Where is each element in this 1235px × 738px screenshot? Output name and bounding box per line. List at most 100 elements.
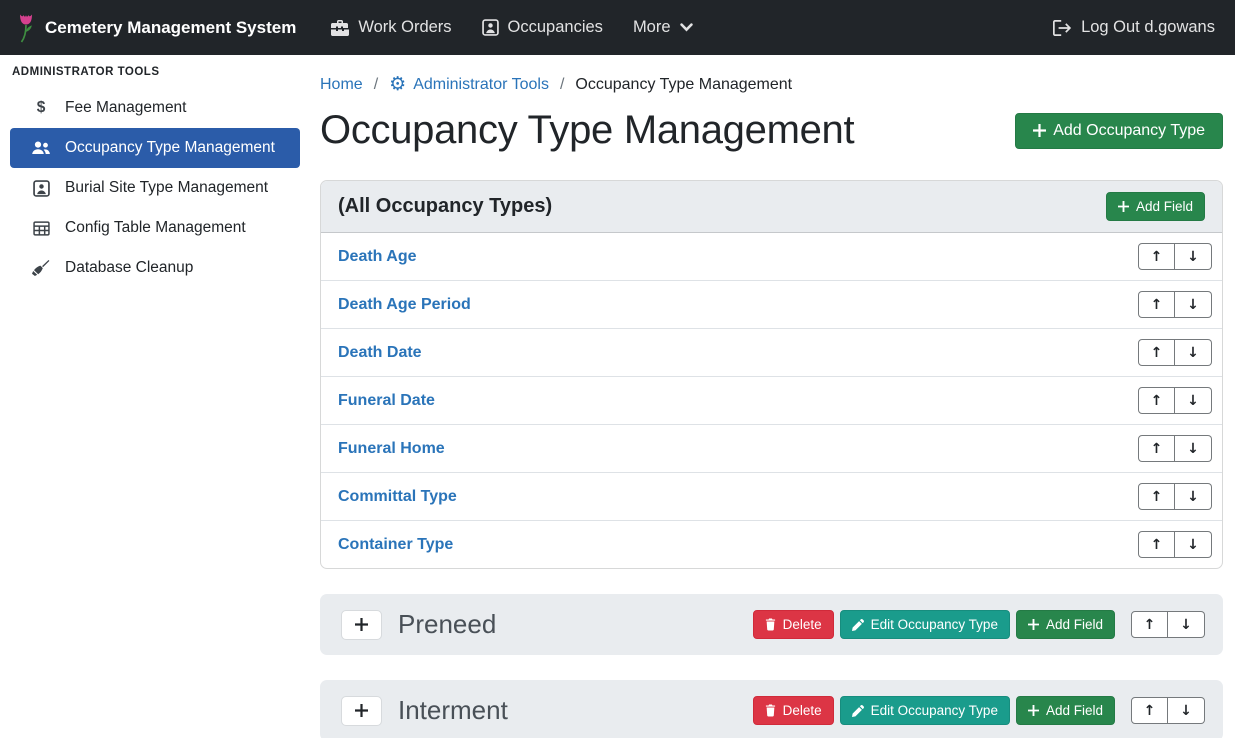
move-down-button[interactable]: ↓: [1168, 697, 1205, 724]
section-actions: Delete Edit Occupancy Type Add Field: [753, 696, 1205, 725]
reorder-controls: ↑ ↓: [1138, 339, 1212, 366]
nav-work-orders-label: Work Orders: [358, 18, 451, 37]
reorder-controls: ↑ ↓: [1138, 531, 1212, 558]
plus-icon: [355, 618, 368, 631]
trash-icon: [765, 704, 776, 717]
move-up-button[interactable]: ↑: [1131, 697, 1168, 724]
breadcrumb-separator: /: [363, 76, 389, 94]
table-icon: [30, 221, 52, 236]
move-up-button[interactable]: ↑: [1138, 483, 1175, 510]
field-link-funeral-home[interactable]: Funeral Home: [338, 440, 445, 458]
breadcrumb-home[interactable]: Home: [320, 76, 363, 94]
move-up-button[interactable]: ↑: [1138, 339, 1175, 366]
sidebar-item-label: Fee Management: [65, 99, 187, 117]
add-field-button[interactable]: Add Field: [1106, 192, 1205, 221]
edit-occupancy-type-button[interactable]: Edit Occupancy Type: [840, 696, 1010, 725]
plus-icon: [1033, 124, 1046, 137]
breadcrumb-separator: /: [549, 76, 575, 94]
field-link-death-age-period[interactable]: Death Age Period: [338, 296, 471, 314]
app-window: Cemetery Management System Work Orders O…: [0, 0, 1235, 738]
move-down-button[interactable]: ↓: [1175, 531, 1212, 558]
move-down-button[interactable]: ↓: [1175, 291, 1212, 318]
breadcrumb-admin-tools[interactable]: ⚙ Administrator Tools: [389, 75, 549, 94]
sidebar: Administrator Tools $ Fee Management Occ…: [0, 55, 310, 738]
broom-icon: [30, 260, 52, 276]
move-down-button[interactable]: ↓: [1175, 435, 1212, 462]
sidebar-item-burial-site-type-management[interactable]: Burial Site Type Management: [0, 168, 310, 208]
sidebar-item-label: Config Table Management: [65, 219, 246, 237]
add-field-label: Add Field: [1046, 617, 1103, 632]
logout-link[interactable]: Log Out d.gowans: [1053, 18, 1215, 37]
field-row: Death Age Period ↑ ↓: [321, 280, 1222, 328]
field-row: Committal Type ↑ ↓: [321, 472, 1222, 520]
move-up-button[interactable]: ↑: [1138, 531, 1175, 558]
sidebar-item-database-cleanup[interactable]: Database Cleanup: [0, 248, 310, 288]
field-row: Death Age ↑ ↓: [321, 233, 1222, 280]
reorder-controls: ↑ ↓: [1138, 243, 1212, 270]
all-occupancy-types-card: (All Occupancy Types) Add Field Death Ag…: [320, 180, 1223, 569]
reorder-controls: ↑ ↓: [1138, 291, 1212, 318]
trash-icon: [765, 618, 776, 631]
reorder-controls: ↑ ↓: [1131, 697, 1205, 724]
top-navbar: Cemetery Management System Work Orders O…: [0, 0, 1235, 55]
occupancy-type-section-preneed: Preneed Delete Edit Occupancy Type: [320, 594, 1223, 655]
delete-button[interactable]: Delete: [753, 696, 834, 725]
field-link-funeral-date[interactable]: Funeral Date: [338, 392, 435, 410]
move-up-button[interactable]: ↑: [1131, 611, 1168, 638]
field-link-death-age[interactable]: Death Age: [338, 248, 417, 266]
edit-occupancy-type-button[interactable]: Edit Occupancy Type: [840, 610, 1010, 639]
person-frame-icon: [482, 19, 499, 36]
edit-occupancy-type-label: Edit Occupancy Type: [871, 617, 998, 632]
plus-icon: [1118, 201, 1129, 212]
move-up-button[interactable]: ↑: [1138, 387, 1175, 414]
move-up-button[interactable]: ↑: [1138, 243, 1175, 270]
plus-icon: [1028, 619, 1039, 630]
sidebar-item-config-table-management[interactable]: Config Table Management: [0, 208, 310, 248]
move-up-button[interactable]: ↑: [1138, 291, 1175, 318]
delete-label: Delete: [783, 703, 822, 718]
nav-work-orders[interactable]: Work Orders: [331, 18, 451, 37]
add-occupancy-type-button[interactable]: Add Occupancy Type: [1015, 113, 1223, 149]
field-link-death-date[interactable]: Death Date: [338, 344, 422, 362]
page-title: Occupancy Type Management: [320, 108, 854, 153]
reorder-controls: ↑ ↓: [1138, 387, 1212, 414]
sidebar-item-fee-management[interactable]: $ Fee Management: [0, 88, 310, 128]
move-down-button[interactable]: ↓: [1175, 339, 1212, 366]
all-occupancy-types-header: (All Occupancy Types) Add Field: [321, 181, 1222, 233]
expand-section-button[interactable]: [341, 696, 382, 726]
app-brand[interactable]: Cemetery Management System: [16, 12, 296, 43]
add-field-button[interactable]: Add Field: [1016, 610, 1115, 639]
move-up-button[interactable]: ↑: [1138, 435, 1175, 462]
users-icon: [30, 141, 52, 155]
move-down-button[interactable]: ↓: [1175, 483, 1212, 510]
add-field-button[interactable]: Add Field: [1016, 696, 1115, 725]
nav-occupancies-label: Occupancies: [508, 18, 603, 37]
delete-label: Delete: [783, 617, 822, 632]
occupancy-type-section-interment: Interment Delete Edit Occupancy Type: [320, 680, 1223, 738]
move-down-button[interactable]: ↓: [1175, 243, 1212, 270]
section-title: Interment: [398, 695, 508, 726]
pencil-icon: [852, 705, 864, 717]
reorder-controls: ↑ ↓: [1138, 483, 1212, 510]
field-link-container-type[interactable]: Container Type: [338, 536, 453, 554]
nav-occupancies[interactable]: Occupancies: [482, 18, 603, 37]
plus-icon: [355, 704, 368, 717]
gear-icon: ⚙: [389, 75, 406, 94]
move-down-button[interactable]: ↓: [1168, 611, 1205, 638]
breadcrumb: Home / ⚙ Administrator Tools / Occupancy…: [320, 67, 1223, 94]
section-title: Preneed: [398, 609, 496, 640]
expand-section-button[interactable]: [341, 610, 382, 640]
sidebar-item-label: Database Cleanup: [65, 259, 193, 277]
delete-button[interactable]: Delete: [753, 610, 834, 639]
sidebar-header: Administrator Tools: [0, 64, 310, 88]
flower-logo-icon: [16, 12, 36, 43]
edit-occupancy-type-label: Edit Occupancy Type: [871, 703, 998, 718]
sidebar-item-occupancy-type-management[interactable]: Occupancy Type Management: [10, 128, 300, 168]
plus-icon: [1028, 705, 1039, 716]
all-occupancy-types-title: (All Occupancy Types): [338, 195, 552, 218]
nav-more[interactable]: More: [633, 18, 693, 37]
field-link-committal-type[interactable]: Committal Type: [338, 488, 457, 506]
logout-label: Log Out d.gowans: [1081, 18, 1215, 37]
reorder-controls: ↑ ↓: [1138, 435, 1212, 462]
move-down-button[interactable]: ↓: [1175, 387, 1212, 414]
